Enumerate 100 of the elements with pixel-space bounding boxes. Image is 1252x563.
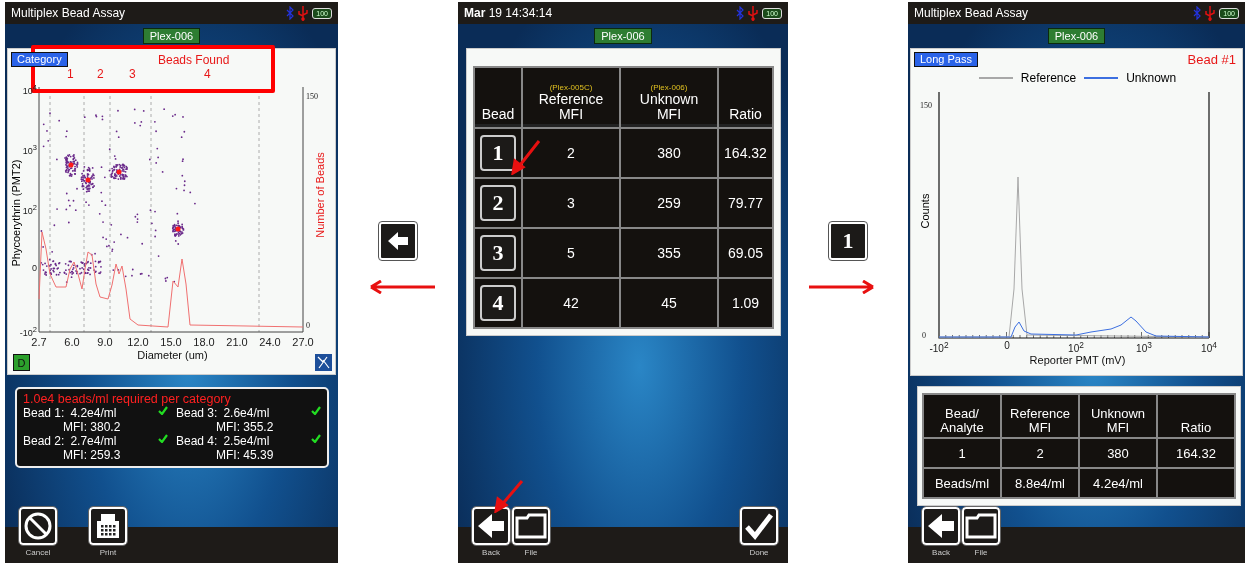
legend-label: Reference [1020, 71, 1077, 85]
column-title: Unknown MFI [638, 92, 700, 122]
column-title: Ratio [728, 107, 763, 122]
table-cell: 45 [621, 279, 717, 327]
axis-tick-label: 27.0 [291, 336, 315, 348]
x-axis-label: Reporter PMT (mV) [1028, 354, 1127, 366]
bead-marker: 2 [97, 67, 104, 81]
axis-tick-label: 0 [1003, 340, 1011, 351]
bead-button[interactable]: 2 [480, 185, 516, 221]
table-cell: 8.8e4/ml [1002, 469, 1078, 497]
table-cell: 69.05 [719, 229, 772, 277]
column-header: Ratio [1158, 395, 1234, 437]
axis-tick-label: 12.0 [126, 336, 150, 348]
long-pass-button[interactable]: Long Pass [914, 52, 978, 67]
y-axis-label: Phycoerythrin (PMT2) [10, 158, 22, 269]
legend-label: Unknown [1126, 71, 1177, 85]
mfi-value: MFI: 355.2 [215, 420, 275, 434]
bead-button[interactable]: 4 [480, 285, 516, 321]
app-title: Multiplex Bead Assay [914, 6, 1029, 20]
column-sublabel: (Plex-006) [649, 83, 689, 92]
bead-title: Bead #1 [1187, 52, 1236, 67]
axis-tick-label: 10$^{2}$ [1067, 340, 1085, 355]
column-sublabel: (Plex-005C) [548, 83, 594, 92]
bead-concentration: 2.7e4/ml [70, 434, 118, 448]
folder-icon [965, 513, 997, 539]
mfi-value: MFI: 380.2 [62, 420, 122, 434]
file-button[interactable] [962, 507, 1000, 545]
axis-tick-label: 10$^{3}$ [1135, 340, 1153, 355]
table-cell: 1 [924, 439, 1000, 467]
bead-marker: 1 [67, 67, 74, 81]
x-axis-label: Diameter (um) [136, 349, 209, 361]
table-cell: 1.09 [719, 279, 772, 327]
column-header: Bead/ Analyte [924, 395, 1000, 437]
beads-found-label: Beads Found [158, 53, 230, 67]
usb-icon [748, 5, 759, 21]
button-label: Back [932, 548, 950, 557]
back-arrow-icon [476, 512, 506, 540]
file-button[interactable] [512, 507, 550, 545]
bead-button[interactable]: 1 [480, 135, 516, 171]
button-label: Done [749, 548, 769, 557]
axis-tick-label: 24.0 [258, 336, 282, 348]
axis-tick-label: 10$^{4}$ [21, 83, 37, 96]
table-cell: 2 [1002, 439, 1078, 467]
axis-tick-label: 10$^{3}$ [21, 143, 37, 156]
table-cell: 42 [523, 279, 619, 327]
table-cell: 4.2e4/ml [1080, 469, 1156, 497]
axis-tick-label: 21.0 [225, 336, 249, 348]
profile-tag: Plex-006 [1047, 28, 1106, 44]
bead-label: Bead 3: [176, 406, 218, 420]
back-button[interactable] [472, 507, 510, 545]
column-header: Reference MFI [1002, 395, 1078, 437]
table-cell: Beads/ml [924, 469, 1000, 497]
button-label: Back [482, 548, 500, 557]
pointer-arrow [511, 139, 541, 175]
bead-concentration: 2.5e4/ml [223, 434, 271, 448]
bead-concentration: 4.2e4/ml [70, 406, 118, 420]
column-header: Unknown MFI [1080, 395, 1156, 437]
bead-button[interactable]: 3 [480, 235, 516, 271]
date-time: Mar 19 14:34:14 [464, 6, 553, 20]
table-cell: 5 [523, 229, 619, 277]
table-cell: 164.32 [1158, 439, 1234, 467]
axis-tick-label: 150 [306, 92, 318, 101]
table-cell: 3 [523, 179, 619, 227]
axis-tick-label: 0 [922, 331, 926, 340]
axis-tick-label: 150 [920, 101, 932, 110]
table-cell: 79.77 [719, 179, 772, 227]
table-cell: 355 [621, 229, 717, 277]
y-axis-label: Number of Beads [314, 151, 326, 240]
cancel-button[interactable] [19, 507, 57, 545]
back-button[interactable] [922, 507, 960, 545]
key-label: 1 [842, 228, 854, 254]
button-label: File [524, 548, 538, 557]
tool-icon[interactable] [315, 354, 332, 371]
column-title: Bead [480, 107, 516, 122]
table-cell: 164.32 [719, 129, 772, 177]
done-button[interactable] [740, 507, 778, 545]
table-cell: 2 [523, 129, 619, 177]
bead-marker: 4 [204, 67, 211, 81]
category-button[interactable]: Category [11, 52, 68, 67]
bead-concentration: 2.6e4/ml [223, 406, 271, 420]
button-label: Print [99, 548, 117, 557]
print-button[interactable] [89, 507, 127, 545]
axis-tick-label: 9.0 [96, 336, 114, 348]
folder-icon [515, 513, 547, 539]
axis-tick-label: -10$^{2}$ [928, 340, 950, 355]
axis-tick-label: 0 [306, 321, 310, 330]
axis-tick-label: 15.0 [159, 336, 183, 348]
left-arrow-icon [386, 230, 410, 252]
axis-tick-label: 18.0 [192, 336, 216, 348]
display-button[interactable]: D [13, 354, 30, 371]
no-entry-icon [23, 511, 53, 541]
button-label: File [974, 548, 988, 557]
checkmark-icon [744, 512, 774, 540]
table-cell: 259 [621, 179, 717, 227]
axis-tick-label: -10$^{2}$ [18, 325, 37, 338]
bluetooth-icon [736, 6, 745, 20]
axis-tick-label: 2.7 [30, 336, 48, 348]
bead-label: Bead 2: [23, 434, 65, 448]
button-label: Cancel [25, 548, 51, 557]
column-title: Reference MFI [537, 92, 605, 122]
